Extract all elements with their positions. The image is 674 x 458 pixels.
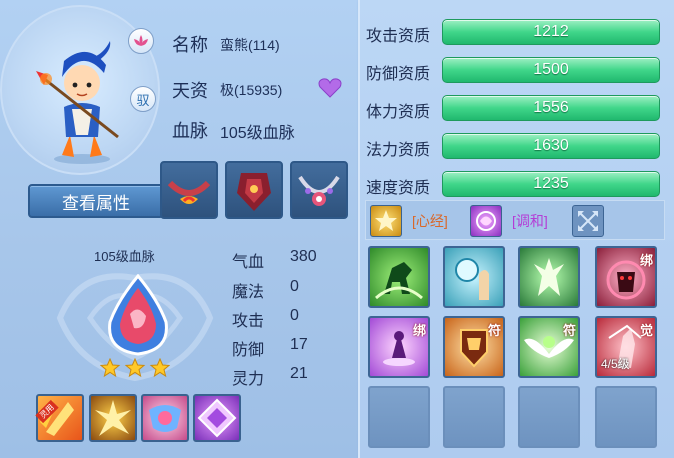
stat-defense-label: 防御 xyxy=(232,342,265,359)
aptitude-attack-bar: 1212 xyxy=(442,19,660,45)
burst-icon xyxy=(95,400,131,436)
awaken-tag: 觉 xyxy=(639,323,653,338)
equipment-slot-armor[interactable] xyxy=(225,161,283,219)
ride-badge-text: 驭 xyxy=(136,92,150,108)
crossed-arrows-icon[interactable] xyxy=(572,205,604,237)
water-palm-skill-icon xyxy=(455,258,489,300)
skill-slot-5[interactable]: 绑 xyxy=(368,316,430,378)
skill-slot-6[interactable]: 符 xyxy=(443,316,505,378)
armor-icon xyxy=(237,173,271,211)
bloodline-skill-3[interactable] xyxy=(141,394,189,442)
stat-attack-value: 0 xyxy=(290,307,299,324)
green-horse-skill-icon xyxy=(375,262,423,300)
nature-figure-skill-icon xyxy=(534,258,564,296)
aptitude-defense-bar: 1500 xyxy=(442,57,660,83)
bloodline-skill-1[interactable]: 灵用 xyxy=(35,394,84,442)
bloodline-stars xyxy=(99,357,171,378)
aptitude-magic-label: 法力资质 xyxy=(366,142,431,159)
talent-label: 天资 xyxy=(172,81,208,101)
name-label: 名称 xyxy=(172,35,208,55)
rune-tag: 符 xyxy=(487,323,501,338)
star-icon xyxy=(124,357,146,378)
bloodline-skill-4[interactable] xyxy=(193,394,241,442)
wing-shield-icon xyxy=(149,405,181,432)
skill-slot-7[interactable]: 符 xyxy=(518,316,580,378)
aptitude-speed-bar: 1235 xyxy=(442,171,660,197)
rune-tag: 符 xyxy=(562,323,576,338)
skill-slot-empty[interactable] xyxy=(595,386,657,448)
equipment-slot-necklace[interactable] xyxy=(290,161,348,219)
harmony-label[interactable]: [调和] xyxy=(512,211,548,231)
heart-sutra-label[interactable]: [心经] xyxy=(412,211,448,231)
pet-character-image xyxy=(36,41,119,164)
stat-defense-value: 17 xyxy=(290,336,308,353)
blood-value: 105级血脉 xyxy=(220,125,295,142)
stat-spirit-value: 21 xyxy=(290,365,308,382)
skill-slot-empty[interactable] xyxy=(368,386,430,448)
collar-icon xyxy=(167,180,211,204)
pet-detail-screen: 驭 名称 蛮熊(114) 天资 极(15935) 血脉 105级血脉 查看属性 … xyxy=(0,0,674,458)
awaken-level: 4/5级 xyxy=(601,357,630,371)
equipment-slot-collar[interactable] xyxy=(160,161,218,219)
skill-slot-8[interactable]: 觉 4/5级 xyxy=(595,316,657,378)
aptitude-speed-label: 速度资质 xyxy=(366,180,431,197)
name-value: 蛮熊(114) xyxy=(220,37,280,53)
skill-slot-3[interactable] xyxy=(518,246,580,308)
bloodline-skill-2[interactable] xyxy=(89,394,137,442)
aptitude-defense-label: 防御资质 xyxy=(366,66,431,83)
skill-slot-empty[interactable] xyxy=(518,386,580,448)
lotus-icon xyxy=(128,28,154,54)
talent-value: 极(15935) xyxy=(220,82,283,98)
skill-slot-empty[interactable] xyxy=(443,386,505,448)
harmony-icon[interactable] xyxy=(470,205,502,237)
bind-tag: 绑 xyxy=(639,253,653,268)
heart-sutra-icon[interactable] xyxy=(370,205,402,237)
stat-attack-label: 攻击 xyxy=(232,313,265,330)
skill-slot-4[interactable]: 绑 xyxy=(595,246,657,308)
pet-info-panel: 驭 名称 蛮熊(114) 天资 极(15935) 血脉 105级血脉 查看属性 … xyxy=(0,0,360,458)
ride-badge: 驭 xyxy=(130,86,156,112)
stat-mp-label: 魔法 xyxy=(232,284,265,301)
aptitude-attack-label: 攻击资质 xyxy=(366,28,431,45)
aptitude-magic-bar: 1630 xyxy=(442,133,660,159)
bind-tag: 绑 xyxy=(412,323,426,338)
blood-label: 血脉 xyxy=(172,121,208,141)
star-icon xyxy=(149,357,171,378)
rune-diamond-icon xyxy=(197,398,237,438)
star-icon xyxy=(99,357,121,378)
stat-hp-value: 380 xyxy=(290,248,317,265)
skill-slot-2[interactable] xyxy=(443,246,505,308)
bloodline-title: 105级血脉 xyxy=(94,249,155,264)
stat-hp-label: 气血 xyxy=(232,254,265,271)
aptitude-stamina-bar: 1556 xyxy=(442,95,660,121)
skill-slot-1[interactable] xyxy=(368,246,430,308)
bloodline-gem-icon[interactable] xyxy=(104,274,172,356)
stat-spirit-label: 灵力 xyxy=(232,371,265,388)
necklace-icon xyxy=(298,175,340,206)
aptitude-stamina-label: 体力资质 xyxy=(366,104,431,121)
view-attributes-button[interactable]: 查看属性 xyxy=(28,184,164,218)
stat-mp-value: 0 xyxy=(290,278,299,295)
heart-icon[interactable] xyxy=(318,78,342,98)
